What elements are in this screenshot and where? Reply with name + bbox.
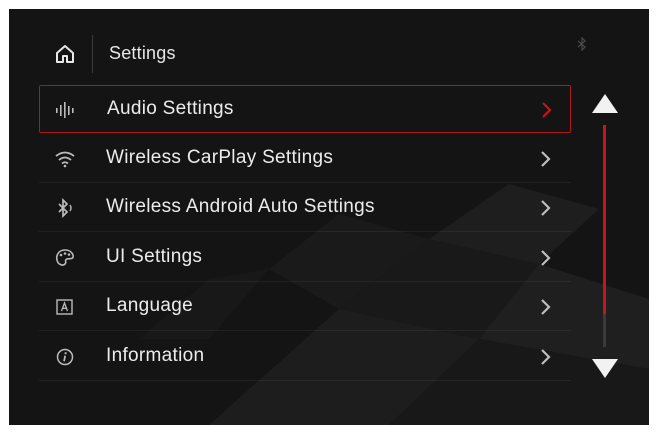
scroll-up-arrow-icon[interactable] xyxy=(591,93,619,115)
page-title: Settings xyxy=(109,43,176,63)
audio-bars-icon xyxy=(54,98,78,122)
menu-item-information[interactable]: Information xyxy=(39,333,571,381)
menu-item-label: Language xyxy=(106,295,193,316)
menu-item-label: Audio Settings xyxy=(107,98,234,119)
scroll-track[interactable] xyxy=(603,125,606,347)
chevron-right-icon xyxy=(541,348,551,365)
scroll-down-arrow-icon[interactable] xyxy=(591,357,619,379)
settings-menu: Audio Settings Wireless CarPlay Settings xyxy=(39,85,571,382)
scrollbar[interactable] xyxy=(587,91,623,387)
menu-item-label: UI Settings xyxy=(106,245,203,267)
scroll-thumb[interactable] xyxy=(603,125,606,314)
bluetooth-status-icon xyxy=(577,37,586,51)
wifi-icon xyxy=(53,147,77,171)
menu-item-wireless-carplay-settings[interactable]: Wireless CarPlay Settings xyxy=(39,135,571,183)
chevron-right-icon xyxy=(542,102,552,118)
menu-item-label: Wireless CarPlay Settings xyxy=(106,146,334,168)
language-icon xyxy=(53,295,77,319)
palette-icon xyxy=(53,246,77,270)
menu-item-ui-settings[interactable]: UI Settings xyxy=(39,234,571,282)
info-icon xyxy=(53,345,77,369)
home-button[interactable] xyxy=(39,31,91,77)
chevron-right-icon xyxy=(541,249,551,266)
menu-item-audio-settings[interactable]: Audio Settings xyxy=(39,85,571,133)
header-divider xyxy=(92,35,93,73)
menu-item-wireless-android-auto-settings[interactable]: Wireless Android Auto Settings xyxy=(39,184,571,232)
chevron-right-icon xyxy=(541,299,551,315)
menu-item-label: Information xyxy=(106,344,205,366)
bluetooth-icon xyxy=(53,196,77,220)
chevron-right-icon xyxy=(541,150,551,167)
header-bar: Settings xyxy=(39,31,599,77)
chevron-right-icon xyxy=(541,200,551,216)
menu-item-language[interactable]: Language xyxy=(39,283,571,331)
settings-screen: Settings Audio Settings Wireless CarPlay… xyxy=(9,9,649,425)
home-icon xyxy=(56,45,74,63)
menu-item-label: Wireless Android Auto Settings xyxy=(106,196,375,217)
